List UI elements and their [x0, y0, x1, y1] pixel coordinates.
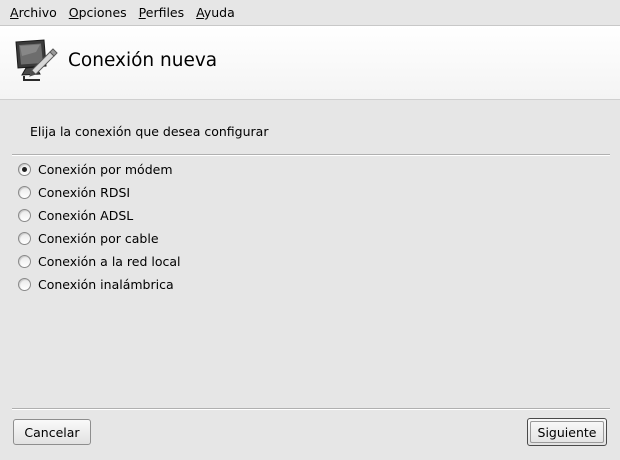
radio-button[interactable]: [18, 163, 31, 176]
radio-button[interactable]: [18, 209, 31, 222]
connection-type-group: Conexión por módem Conexión RDSI Conexió…: [18, 158, 418, 296]
option-rdsi[interactable]: Conexión RDSI: [18, 181, 418, 204]
option-label: Conexión inalámbrica: [38, 277, 174, 292]
option-label: Conexión por cable: [38, 231, 159, 246]
next-button-label: Siguiente: [530, 421, 604, 443]
option-adsl[interactable]: Conexión ADSL: [18, 204, 418, 227]
option-label: Conexión ADSL: [38, 208, 134, 223]
option-modem[interactable]: Conexión por módem: [18, 158, 418, 181]
option-cable[interactable]: Conexión por cable: [18, 227, 418, 250]
separator: [12, 154, 610, 156]
menu-perfiles[interactable]: Perfiles: [133, 2, 190, 24]
radio-button[interactable]: [18, 278, 31, 291]
radio-button[interactable]: [18, 186, 31, 199]
radio-button[interactable]: [18, 232, 31, 245]
next-button[interactable]: Siguiente: [527, 418, 607, 446]
radio-button[interactable]: [18, 255, 31, 268]
option-lan[interactable]: Conexión a la red local: [18, 250, 418, 273]
separator: [12, 408, 610, 410]
option-wireless[interactable]: Conexión inalámbrica: [18, 273, 418, 296]
network-computer-icon: [10, 36, 58, 84]
option-label: Conexión por módem: [38, 162, 173, 177]
option-label: Conexión RDSI: [38, 185, 131, 200]
wizard-header: Conexión nueva: [0, 26, 620, 100]
cancel-button[interactable]: Cancelar: [13, 419, 91, 445]
menu-ayuda[interactable]: Ayuda: [190, 2, 241, 24]
option-label: Conexión a la red local: [38, 254, 181, 269]
page-title: Conexión nueva: [68, 50, 218, 71]
menu-archivo[interactable]: Archivo: [4, 2, 63, 24]
menu-bar: Archivo Opciones Perfiles Ayuda: [0, 0, 620, 26]
menu-opciones[interactable]: Opciones: [63, 2, 133, 24]
connection-wizard-window: Archivo Opciones Perfiles Ayuda Conexión…: [0, 0, 620, 460]
instruction-text: Elija la conexión que desea configurar: [30, 124, 269, 139]
